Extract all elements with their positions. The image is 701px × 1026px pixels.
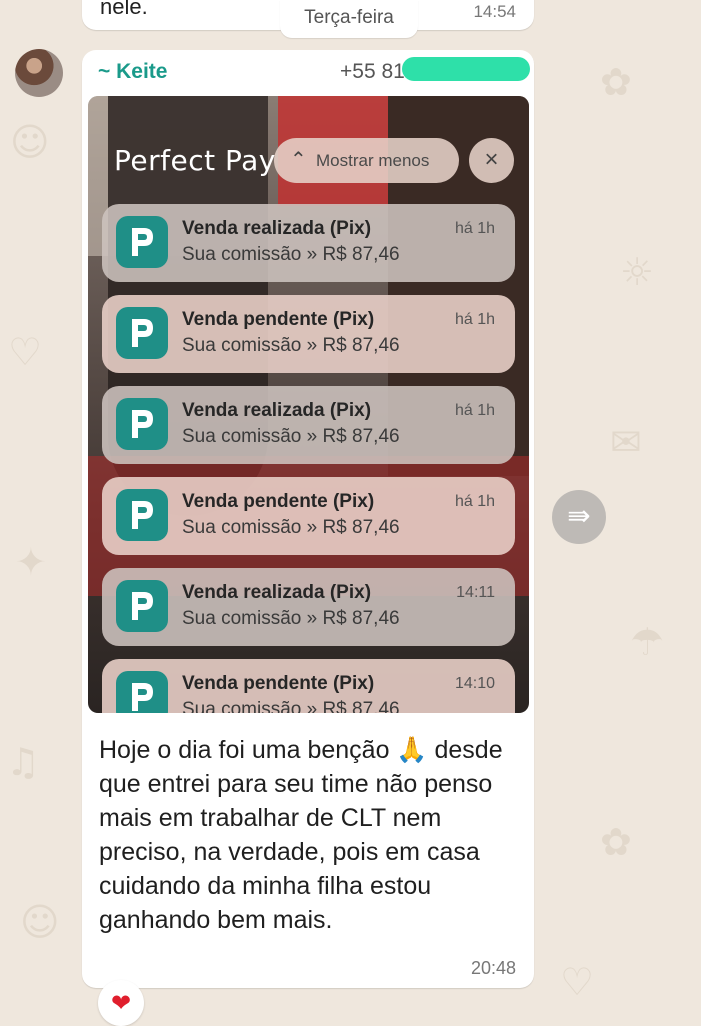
notification-time: 14:11 <box>456 584 495 601</box>
date-separator: Terça-feira <box>280 0 418 38</box>
notification-card[interactable]: Venda realizada (Pix) Sua comissão » R$ 8… <box>102 204 515 282</box>
notification-time: há 1h <box>454 220 495 237</box>
notification-time: há 1h <box>454 311 495 328</box>
forward-icon[interactable]: ⇛ <box>552 490 606 544</box>
chevron-up-icon: ⌃ <box>290 149 307 171</box>
notification-body: Sua comissão » R$ 87,46 <box>182 335 400 356</box>
show-less-button[interactable]: ⌃ Mostrar menos <box>274 138 459 183</box>
notification-card[interactable]: Venda pendente (Pix) Sua comissão » R$ 87… <box>102 477 515 555</box>
notification-body: Sua comissão » R$ 87,46 <box>182 426 400 447</box>
message-time: 20:48 <box>470 958 516 978</box>
notification-card[interactable]: Venda realizada (Pix) Sua comissão » R$ 8… <box>102 568 515 646</box>
notification-card[interactable]: Venda pendente (Pix) Sua comissão » R$ 87… <box>102 659 515 713</box>
notification-title: Venda pendente (Pix) <box>182 491 375 512</box>
message-photo[interactable]: Perfect Pay ⌃ Mostrar menos × Venda real… <box>88 96 529 713</box>
perfect-pay-logo-icon <box>116 580 168 632</box>
notification-title: Venda realizada (Pix) <box>182 582 372 603</box>
notification-body: Sua comissão » R$ 87,46 <box>182 699 400 713</box>
notification-time: 14:10 <box>454 675 495 692</box>
perfect-pay-logo-icon <box>116 489 168 541</box>
notification-group-title: Perfect Pay <box>114 144 276 177</box>
phone-redaction-mark <box>402 57 530 81</box>
notification-card[interactable]: Venda realizada (Pix) Sua comissão » R$ 8… <box>102 386 515 464</box>
perfect-pay-logo-icon <box>116 671 168 713</box>
notification-time: há 1h <box>454 493 495 510</box>
sender-phone: +55 81 <box>340 60 405 83</box>
perfect-pay-logo-icon <box>116 216 168 268</box>
message-bubble[interactable]: ~ Keite +55 81 Perfect Pay ⌃ Mostrar men… <box>82 50 534 988</box>
message-caption: Hoje o dia foi uma benção 🙏 desde que en… <box>99 736 503 934</box>
notification-title: Venda realizada (Pix) <box>182 218 372 239</box>
notification-body: Sua comissão » R$ 87,46 <box>182 517 400 538</box>
notification-title: Venda pendente (Pix) <box>182 673 375 694</box>
sender-avatar[interactable] <box>15 49 63 97</box>
notification-body: Sua comissão » R$ 87,46 <box>182 608 400 629</box>
notification-body: Sua comissão » R$ 87,46 <box>182 244 400 265</box>
close-icon[interactable]: × <box>469 138 514 183</box>
previous-message-text: nele. <box>100 0 148 19</box>
show-less-label: Mostrar menos <box>316 151 430 170</box>
notification-title: Venda pendente (Pix) <box>182 309 375 330</box>
perfect-pay-logo-icon <box>116 398 168 450</box>
sender-name[interactable]: ~ Keite <box>98 60 167 84</box>
previous-message-time: 14:54 <box>473 2 516 21</box>
notification-time: há 1h <box>454 402 495 419</box>
notification-title: Venda realizada (Pix) <box>182 400 372 421</box>
heart-icon[interactable]: ❤ <box>98 980 144 1026</box>
notification-card[interactable]: Venda pendente (Pix) Sua comissão » R$ 87… <box>102 295 515 373</box>
perfect-pay-logo-icon <box>116 307 168 359</box>
